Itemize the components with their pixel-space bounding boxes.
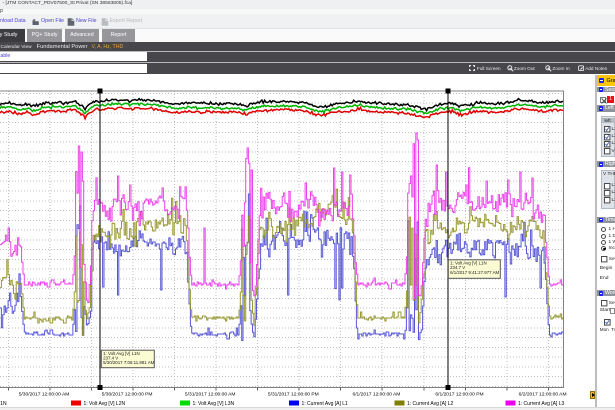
- svg-text:5/31/2017 12:00:00 AM: 5/31/2017 12:00:00 AM: [185, 391, 236, 397]
- svg-text:6/1/2017 12:00:00 PM: 6/1/2017 12:00:00 PM: [435, 391, 483, 397]
- svg-text:6/1/2017 9:41:27.977 AM: 6/1/2017 9:41:27.977 AM: [450, 270, 499, 275]
- svg-text:5/30/2017 7:06:11.881 AM: 5/30/2017 7:06:11.881 AM: [103, 360, 155, 365]
- svg-text:5/31/2017 12:00:00 PM: 5/31/2017 12:00:00 PM: [268, 391, 319, 397]
- svg-text:6/1/2017 12:00:00 AM: 6/1/2017 12:00:00 AM: [352, 391, 400, 397]
- svg-text:6/2/2017 12:00:00 AM: 6/2/2017 12:00:00 AM: [519, 391, 567, 397]
- svg-text:5/30/2017 12:00:00 PM: 5/30/2017 12:00:00 PM: [102, 391, 153, 397]
- svg-text:5/30/2017 12:00:00 AM: 5/30/2017 12:00:00 AM: [19, 391, 70, 397]
